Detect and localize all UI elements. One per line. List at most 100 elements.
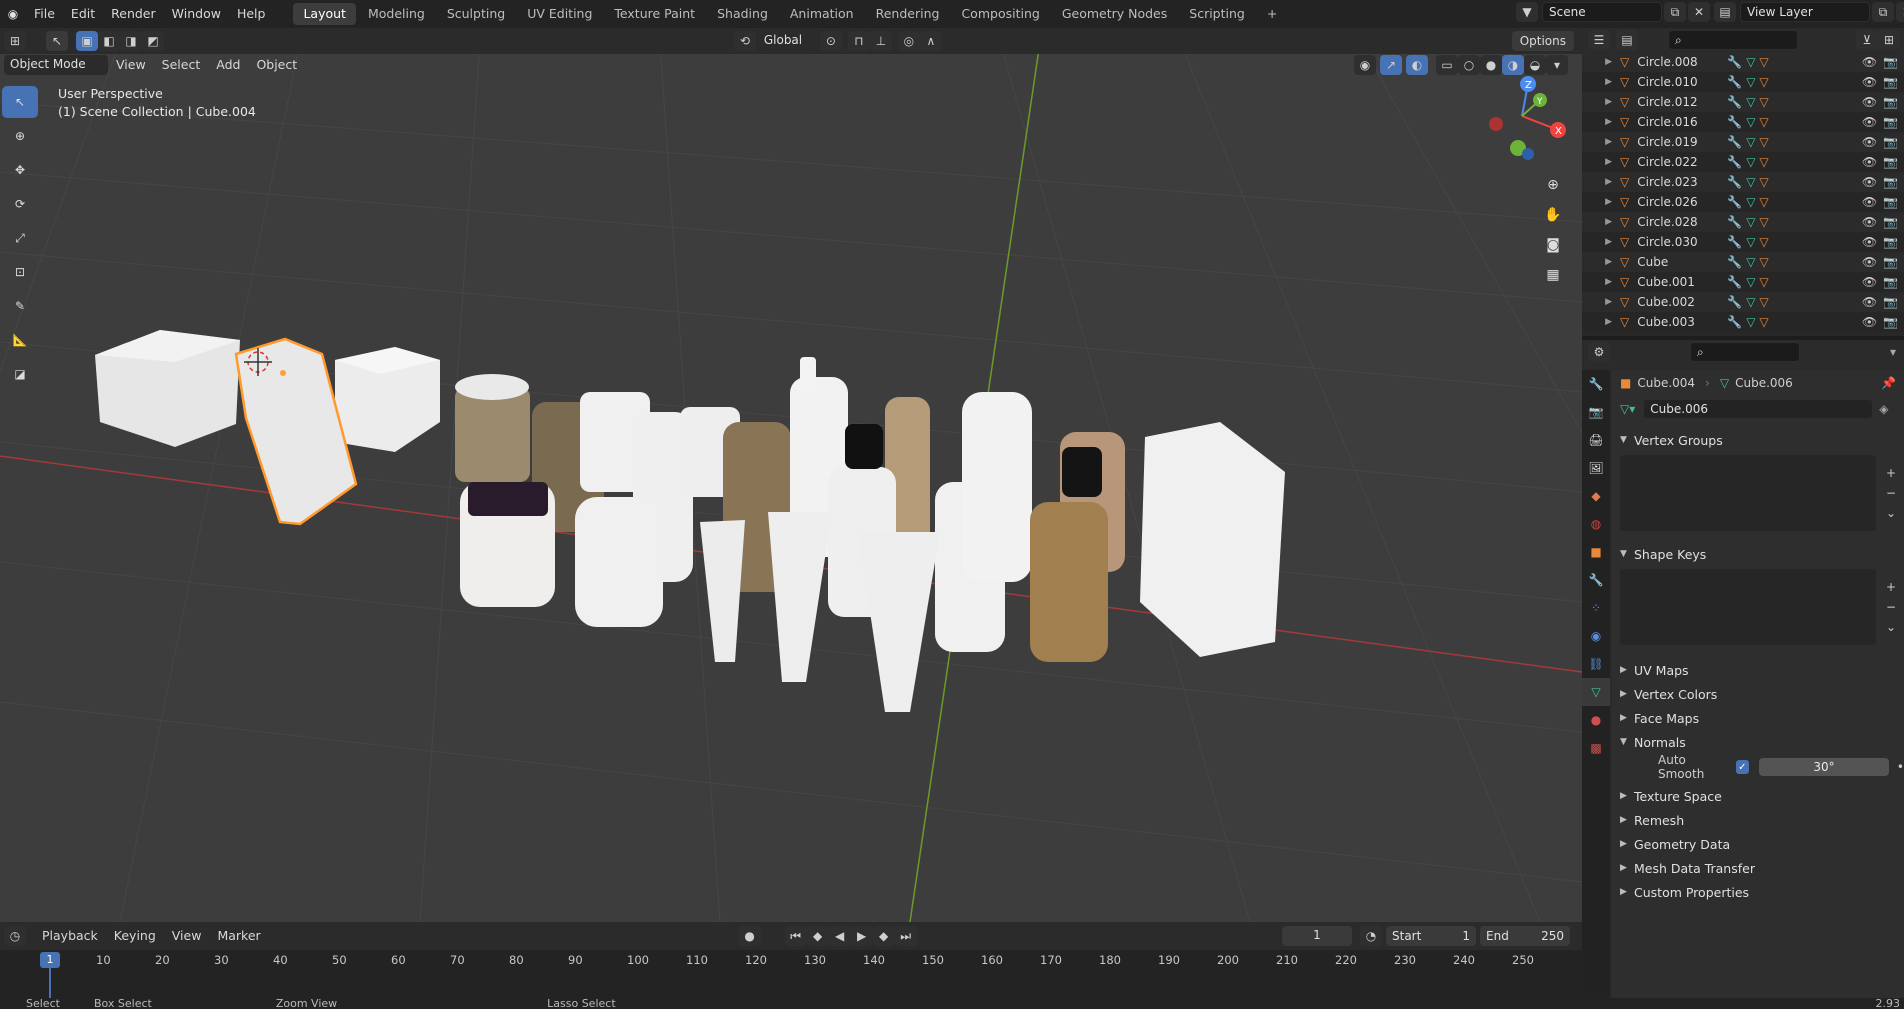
view-layer-field[interactable]: View Layer: [1740, 2, 1870, 22]
material-icon[interactable]: ▽: [1759, 175, 1768, 189]
material-icon[interactable]: ▽: [1759, 275, 1768, 289]
add-shape-key-icon[interactable]: +: [1886, 580, 1896, 594]
visibility-eye-icon[interactable]: 👁: [1862, 75, 1877, 89]
material-icon[interactable]: ▽: [1759, 315, 1768, 329]
scene-selector-icon[interactable]: ▼: [1516, 2, 1538, 22]
tab-texture-paint[interactable]: Texture Paint: [604, 3, 705, 25]
material-icon[interactable]: ▽: [1759, 235, 1768, 249]
select-box-tool-icon[interactable]: ↖: [2, 86, 38, 118]
blender-logo-icon[interactable]: ◉: [0, 3, 26, 25]
rotate-tool-icon[interactable]: ⟳: [2, 188, 38, 220]
ortho-grid-icon[interactable]: ▦: [1540, 260, 1566, 290]
modifier-icon[interactable]: 🔧: [1727, 195, 1742, 209]
outliner-search-input[interactable]: ⌕: [1668, 30, 1798, 50]
tab-uv-editing[interactable]: UV Editing: [517, 3, 602, 25]
particles-tab-icon[interactable]: ⁘: [1582, 594, 1610, 622]
material-icon[interactable]: ▽: [1759, 295, 1768, 309]
scene-field[interactable]: Scene: [1542, 2, 1662, 22]
timeline-editor-type-icon[interactable]: ◷: [4, 926, 26, 946]
xray-toggle-icon[interactable]: ▭: [1436, 55, 1458, 75]
texture-space-panel[interactable]: ▶ Texture Space: [1612, 784, 1904, 808]
tool-tab-icon[interactable]: 🔧: [1582, 370, 1610, 398]
tab-geometry-nodes[interactable]: Geometry Nodes: [1052, 3, 1177, 25]
material-icon[interactable]: ▽: [1759, 95, 1768, 109]
modifier-icon[interactable]: 🔧: [1727, 55, 1742, 69]
select-extend-icon[interactable]: ◧: [98, 31, 120, 51]
render-camera-icon[interactable]: 📷: [1883, 115, 1898, 129]
outliner-item-name[interactable]: Circle.030: [1637, 235, 1727, 249]
visibility-eye-icon[interactable]: 👁: [1862, 115, 1877, 129]
visibility-eye-icon[interactable]: 👁: [1862, 215, 1877, 229]
proportional-edit-icon[interactable]: ◎: [897, 31, 920, 51]
expand-arrow-icon[interactable]: ▶: [1582, 57, 1620, 67]
add-cube-tool-icon[interactable]: ◪: [2, 358, 38, 390]
mesh-data-icon[interactable]: ▽: [1746, 95, 1755, 109]
render-camera-icon[interactable]: 📷: [1883, 235, 1898, 249]
gizmo-toggle-icon[interactable]: ↗: [1380, 55, 1402, 75]
modifier-tab-icon[interactable]: 🔧: [1582, 566, 1610, 594]
outliner-row[interactable]: ▶ ▽ Circle.023 🔧 ▽ ▽ 👁 📷: [1582, 172, 1904, 192]
material-icon[interactable]: ▽: [1759, 75, 1768, 89]
render-camera-icon[interactable]: 📷: [1883, 95, 1898, 109]
mesh-data-icon[interactable]: ▽: [1746, 275, 1755, 289]
render-camera-icon[interactable]: 📷: [1883, 295, 1898, 309]
wireframe-shading-icon[interactable]: ○: [1458, 55, 1480, 75]
object-tab-icon[interactable]: ■: [1582, 538, 1610, 566]
outliner-row[interactable]: ▶ ▽ Cube.003 🔧 ▽ ▽ 👁 📷: [1582, 312, 1904, 332]
mesh-data-icon[interactable]: ▽: [1746, 175, 1755, 189]
material-icon[interactable]: ▽: [1759, 255, 1768, 269]
mesh-data-transfer-panel[interactable]: ▶ Mesh Data Transfer: [1612, 856, 1904, 880]
material-icon[interactable]: ▽: [1759, 215, 1768, 229]
outliner-item-name[interactable]: Cube: [1637, 255, 1727, 269]
outliner-row[interactable]: ▶ ▽ Circle.030 🔧 ▽ ▽ 👁 📷: [1582, 232, 1904, 252]
transform-tool-icon[interactable]: ⊡: [2, 256, 38, 288]
remove-vertex-group-icon[interactable]: −: [1886, 486, 1896, 500]
viewport-menu-add[interactable]: Add: [208, 54, 248, 76]
expand-arrow-icon[interactable]: ▶: [1582, 237, 1620, 247]
outliner-item-name[interactable]: Circle.026: [1637, 195, 1727, 209]
properties-search-input[interactable]: ⌕: [1690, 342, 1800, 362]
visibility-eye-icon[interactable]: 👁: [1862, 295, 1877, 309]
outliner-editor-type-icon[interactable]: ☰: [1588, 30, 1610, 50]
expand-arrow-icon[interactable]: ▶: [1582, 77, 1620, 87]
outliner-row[interactable]: ▶ ▽ Circle.019 🔧 ▽ ▽ 👁 📷: [1582, 132, 1904, 152]
select-new-icon[interactable]: ▣: [76, 31, 98, 51]
3d-viewport[interactable]: X Z Y User Perspective (1) Scene Collect…: [0, 42, 1582, 922]
modifier-icon[interactable]: 🔧: [1727, 135, 1742, 149]
solid-shading-icon[interactable]: ●: [1480, 55, 1502, 75]
mesh-data-icon[interactable]: ▽: [1746, 215, 1755, 229]
render-camera-icon[interactable]: 📷: [1883, 275, 1898, 289]
start-frame-field[interactable]: Start 1: [1386, 926, 1476, 946]
visibility-eye-icon[interactable]: 👁: [1862, 155, 1877, 169]
view-layer-selector-icon[interactable]: ▤: [1714, 2, 1736, 22]
snap-icon[interactable]: ⊓: [847, 31, 870, 51]
render-tab-icon[interactable]: 📷: [1582, 398, 1610, 426]
expand-arrow-icon[interactable]: ▶: [1582, 297, 1620, 307]
breadcrumb-mesh[interactable]: Cube.006: [1735, 376, 1793, 390]
properties-editor-type-icon[interactable]: ⚙: [1588, 342, 1610, 362]
add-vertex-group-icon[interactable]: +: [1886, 466, 1896, 480]
play-icon[interactable]: ▶: [850, 926, 873, 946]
prev-keyframe-icon[interactable]: ◆: [806, 926, 829, 946]
camera-view-icon[interactable]: ◙: [1540, 230, 1566, 260]
expand-arrow-icon[interactable]: ▶: [1582, 157, 1620, 167]
auto-smooth-angle-field[interactable]: 30°: [1759, 758, 1889, 776]
outliner-item-name[interactable]: Cube.002: [1637, 295, 1727, 309]
outliner-item-name[interactable]: Circle.019: [1637, 135, 1727, 149]
render-camera-icon[interactable]: 📷: [1883, 135, 1898, 149]
outliner-row[interactable]: ▶ ▽ Circle.016 🔧 ▽ ▽ 👁 📷: [1582, 112, 1904, 132]
view-layer-tab-icon[interactable]: 🖼: [1582, 454, 1610, 482]
menu-help[interactable]: Help: [229, 3, 274, 25]
mesh-data-icon[interactable]: ▽: [1746, 315, 1755, 329]
outliner-row[interactable]: ▶ ▽ Cube 🔧 ▽ ▽ 👁 📷: [1582, 252, 1904, 272]
vertex-groups-panel[interactable]: ▼ Vertex Groups: [1612, 428, 1904, 452]
falloff-icon[interactable]: ∧: [919, 31, 942, 51]
expand-arrow-icon[interactable]: ▶: [1582, 177, 1620, 187]
new-collection-icon[interactable]: ⊞: [1878, 30, 1900, 50]
visibility-eye-icon[interactable]: 👁: [1862, 275, 1877, 289]
jump-end-icon[interactable]: ⏭: [894, 926, 917, 946]
modifier-icon[interactable]: 🔧: [1727, 75, 1742, 89]
timeline-menu-playback[interactable]: Playback: [34, 925, 106, 947]
timeline-menu-keying[interactable]: Keying: [106, 925, 164, 947]
outliner-row[interactable]: ▶ ▽ Cube.001 🔧 ▽ ▽ 👁 📷: [1582, 272, 1904, 292]
